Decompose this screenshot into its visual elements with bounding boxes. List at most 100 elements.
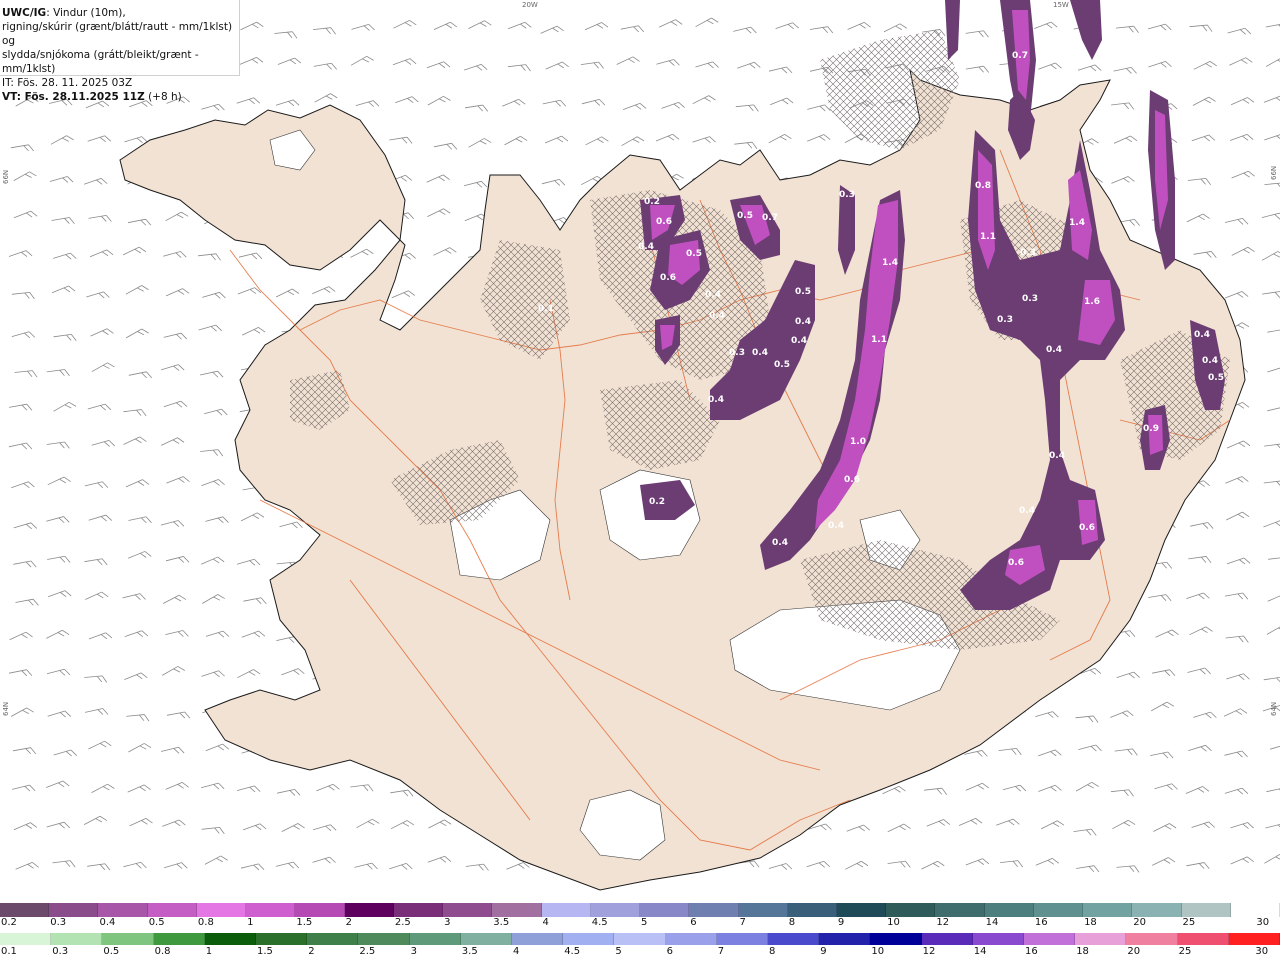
legend-label: 10 bbox=[887, 917, 900, 928]
legend-swatch bbox=[886, 903, 936, 917]
precip-value-label: 0.3 bbox=[729, 348, 745, 358]
precip-value-label: 0.6 bbox=[1008, 558, 1024, 568]
legend-label: 0.8 bbox=[197, 917, 214, 928]
weather-map-app: 0.2 0.6 0.4 0.6 0.5 0.4 0.4 0.1 0.5 0.7 0.3 1.4 0.5 0… bbox=[0, 0, 1280, 960]
legend-label: 25 bbox=[1178, 946, 1192, 957]
legend-label: 5 bbox=[615, 946, 622, 957]
title-line-3: slydda/snjókoma (grátt/bleikt/grænt - mm… bbox=[2, 49, 199, 75]
legend-swatch bbox=[921, 933, 973, 945]
precip-value-label: 0.3 bbox=[997, 315, 1013, 325]
initial-time: IT: Fös. 28. 11. 2025 03Z bbox=[2, 77, 133, 89]
grid-label-64n-right: 64N bbox=[1270, 701, 1278, 716]
legend-swatch bbox=[1230, 903, 1280, 917]
legend-swatch bbox=[819, 933, 871, 945]
legend-label: 30 bbox=[1256, 917, 1270, 928]
map-canvas: 0.2 0.6 0.4 0.6 0.5 0.4 0.4 0.1 0.5 0.7 0.3 1.4 0.5 0… bbox=[0, 0, 1280, 900]
snow-legend-swatches bbox=[0, 903, 1280, 917]
legend-label: 12 bbox=[936, 917, 950, 928]
legend-swatch bbox=[443, 903, 493, 917]
rain-legend-labels: 0.1 0.3 0.5 0.8 1 1.5 2 2.5 3 3.5 4 4.5 5 6 7 8 9 10 12 14 1… bbox=[0, 946, 1280, 960]
legend-swatch bbox=[147, 903, 197, 917]
legend-swatch bbox=[196, 903, 247, 917]
legend-swatch bbox=[689, 903, 739, 917]
legend-swatch bbox=[1075, 933, 1127, 945]
precip-value-label: 0.4 bbox=[791, 336, 807, 346]
precip-value-label: 0.6 bbox=[656, 217, 672, 227]
legend-label: 20 bbox=[1127, 946, 1141, 957]
legend-label: 25 bbox=[1182, 917, 1196, 928]
precip-value-label: 0.6 bbox=[1079, 523, 1095, 533]
legend-swatch bbox=[0, 933, 52, 945]
grid-label-15w: 15W bbox=[1053, 1, 1069, 9]
legend-swatch bbox=[563, 933, 615, 945]
legend-label: 3 bbox=[444, 917, 451, 928]
legend-swatch bbox=[972, 933, 1025, 945]
legend-swatch bbox=[246, 903, 296, 917]
legend-swatch bbox=[590, 903, 641, 917]
legend-swatch bbox=[614, 933, 666, 945]
grid-label-20w: 20W bbox=[522, 1, 538, 9]
legend-label: 18 bbox=[1084, 917, 1097, 928]
rain-legend-swatches bbox=[0, 933, 1280, 945]
legend-label: 3.5 bbox=[493, 917, 510, 928]
legend-label: 2 bbox=[308, 946, 315, 957]
title-variable: : Vindur (10m), bbox=[46, 7, 126, 19]
precip-value-label: 0.4 bbox=[1046, 345, 1062, 355]
legend-label: 1 bbox=[247, 917, 254, 928]
legend-label: 16 bbox=[1034, 917, 1048, 928]
legend-label: 16 bbox=[1025, 946, 1038, 957]
precip-value-label: 0.5 bbox=[686, 249, 702, 259]
precip-value-label: 0.5 bbox=[774, 360, 790, 370]
precip-value-label: 1.4 bbox=[1069, 218, 1085, 228]
legend-swatch bbox=[541, 903, 591, 917]
legend-label: 20 bbox=[1133, 917, 1147, 928]
precip-value-label: 0.3 bbox=[839, 190, 855, 200]
grid-label-64n-left: 64N bbox=[2, 701, 10, 716]
legend-swatch bbox=[409, 933, 461, 945]
legend-label: 0.3 bbox=[52, 946, 69, 957]
legend-label: 4 bbox=[513, 946, 520, 957]
title-line-2: rigning/skúrir (grænt/blátt/rautt - mm/1… bbox=[2, 21, 233, 47]
legend-label: 4.5 bbox=[564, 946, 581, 957]
legend-label: 3 bbox=[410, 946, 417, 957]
legend-label: 9 bbox=[820, 946, 827, 957]
legend-label: 2.5 bbox=[394, 917, 411, 928]
legend-label: 10 bbox=[871, 946, 885, 957]
legend-swatch bbox=[0, 903, 50, 917]
legend-swatch bbox=[204, 933, 257, 945]
legend-label: 1.5 bbox=[296, 917, 313, 928]
legend-label: 2.5 bbox=[359, 946, 376, 957]
legend-swatch bbox=[460, 933, 513, 945]
precip-value-label: 0.4 bbox=[1194, 330, 1210, 340]
precip-value-label: 0.3 bbox=[1020, 248, 1036, 258]
legend-swatch bbox=[1177, 933, 1229, 945]
precip-value-label: 0.6 bbox=[844, 475, 860, 485]
legend-label: 1 bbox=[205, 946, 213, 957]
precip-value-label: 0.5 bbox=[1208, 373, 1224, 383]
precip-value-label: 1.6 bbox=[1084, 297, 1100, 307]
grid-label-66n-right: 66N bbox=[1270, 165, 1278, 180]
precip-value-label: 0.4 bbox=[1202, 356, 1218, 366]
precip-value-label: 0.4 bbox=[828, 521, 844, 531]
legend-label: 3.5 bbox=[461, 946, 478, 957]
precip-value-label: 0.1 bbox=[538, 304, 554, 314]
legend-label: 9 bbox=[837, 917, 845, 928]
precip-value-label: 0.4 bbox=[795, 317, 811, 327]
legend-swatch bbox=[492, 903, 542, 917]
precip-value-label: 0.8 bbox=[975, 181, 991, 191]
legend-label: 0.5 bbox=[103, 946, 120, 957]
legend-label: 0.5 bbox=[148, 917, 165, 928]
grid-label-66n-left: 66N bbox=[2, 169, 10, 184]
legend-swatch bbox=[307, 933, 359, 945]
legend-swatch bbox=[716, 933, 769, 945]
precip-value-label: 0.4 bbox=[1019, 506, 1035, 516]
legend-label: 6 bbox=[690, 917, 697, 928]
legend-swatch bbox=[984, 903, 1034, 917]
legend-swatch bbox=[640, 903, 690, 917]
legend-swatch bbox=[870, 933, 922, 945]
legend-swatch bbox=[512, 933, 564, 945]
title-line-1: UWC/IG: Vindur (10m), bbox=[2, 6, 239, 20]
precip-value-label: 1.0 bbox=[850, 437, 866, 447]
precip-value-label: 0.4 bbox=[752, 348, 768, 358]
legend-label: 8 bbox=[769, 946, 776, 957]
